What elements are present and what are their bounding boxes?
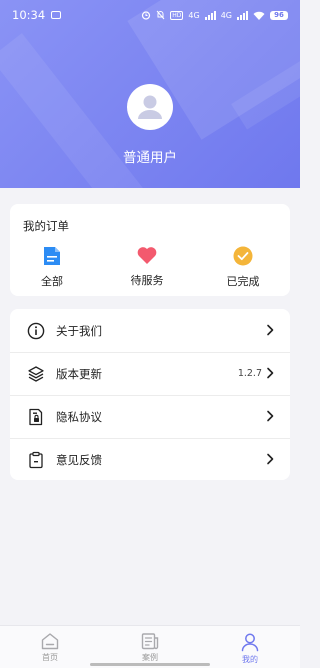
news-icon [141,633,159,650]
home-icon [41,633,59,650]
hd-icon: HD [170,10,184,20]
network-label: 4G [188,10,200,20]
status-icons: HD 4G 4G 96 [141,10,288,20]
tab-label: 案例 [142,653,158,662]
file-lock-icon [26,407,46,427]
document-icon [44,247,60,265]
user-icon [241,633,259,652]
tab-cases[interactable]: 案例 [120,632,180,663]
version-value: 1.2.7 [237,368,262,379]
menu-item-label: 意见反馈 [56,452,102,467]
tab-label: 我的 [242,655,258,664]
order-all-button[interactable]: 全部 [12,246,92,289]
order-pending-label: 待服务 [130,274,164,287]
status-time: 10:34 [12,8,46,22]
tab-label: 首页 [42,653,58,662]
home-indicator [90,663,210,666]
status-bar: 10:34 HD 4G 4G 96 [0,0,300,30]
username: 普通用户 [123,150,177,166]
menu-item-label: 版本更新 [56,366,102,381]
chevron-right-icon [266,321,274,340]
menu-item-feedback[interactable]: 意见反馈 [10,438,290,481]
chevron-right-icon [266,450,274,469]
orders-title: 我的订单 [23,219,69,233]
chevron-right-icon [266,364,274,383]
order-completed-label: 已完成 [226,275,260,288]
heart-icon [137,247,157,264]
menu-item-label: 关于我们 [56,323,102,338]
menu-item-label: 隐私协议 [56,409,102,424]
order-completed-button[interactable]: 已完成 [203,246,283,289]
settings-menu: 关于我们 版本更新 1.2.7 隐私协议 意见反馈 [10,309,290,480]
layers-icon [26,364,46,384]
alarm-icon [142,11,151,20]
tab-home[interactable]: 首页 [20,632,80,663]
info-icon [26,321,46,341]
network-label: 4G [220,10,232,20]
menu-item-about[interactable]: 关于我们 [10,309,290,352]
order-all-label: 全部 [41,275,63,288]
signal-icon [237,10,248,20]
orders-card: 我的订单 全部 待服务 已完成 [10,204,290,296]
profile-header: 10:34 HD 4G 4G 96 普通用户 [0,0,300,188]
check-circle-icon [233,246,253,266]
menu-item-version[interactable]: 版本更新 1.2.7 [10,352,290,395]
avatar[interactable] [127,84,173,130]
menu-item-privacy[interactable]: 隐私协议 [10,395,290,438]
user-avatar-icon [138,95,162,119]
chevron-right-icon [266,407,274,426]
tab-mine[interactable]: 我的 [220,632,280,665]
notification-icon [51,11,62,19]
battery-icon: 96 [270,10,288,20]
wifi-icon [253,11,265,20]
mute-icon [156,10,165,20]
clipboard-icon [26,450,46,470]
bottom-tab-bar: 首页 案例 我的 [0,625,300,668]
order-pending-button[interactable]: 待服务 [107,246,187,288]
signal-icon [204,10,216,20]
